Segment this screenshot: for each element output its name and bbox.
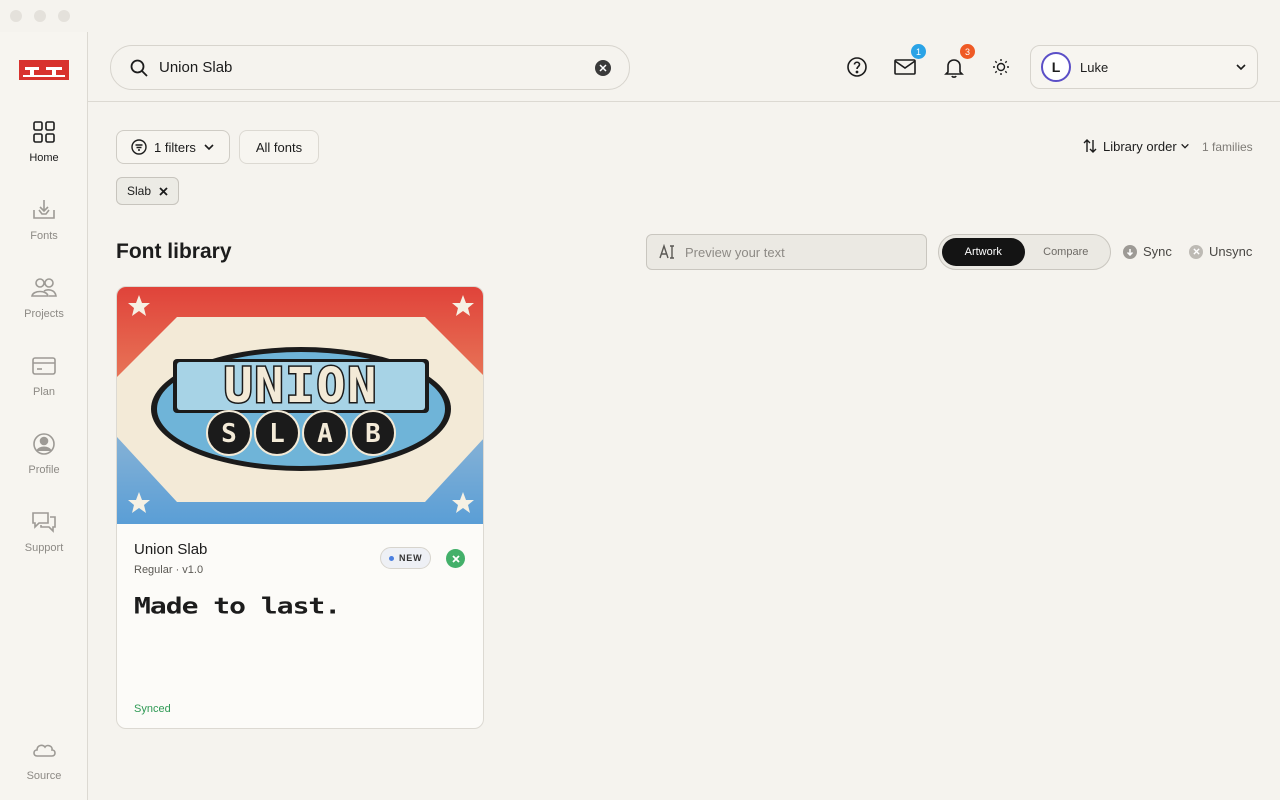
sidebar: Home Fonts Projects Plan Profile Support	[0, 32, 88, 800]
chevron-down-icon	[204, 144, 214, 151]
top-bar: Union Slab 1 3 L Luke	[88, 0, 1280, 102]
window-close-dot[interactable]	[10, 10, 22, 22]
user-name: Luke	[1080, 59, 1109, 75]
notifications-button[interactable]: 3	[942, 44, 975, 79]
window-controls	[0, 0, 88, 32]
search-value[interactable]: Union Slab	[159, 59, 595, 76]
dot-icon	[389, 555, 394, 561]
sidebar-item-label: Support	[24, 542, 64, 554]
filters-button[interactable]: 1 filters	[116, 130, 230, 164]
font-artwork: UNION S L A B	[117, 287, 483, 524]
unsync-label: Unsync	[1209, 244, 1253, 259]
sidebar-item-label: Home	[29, 152, 59, 164]
view-toggle: Artwork Compare	[938, 234, 1111, 270]
unsync-font-button[interactable]	[446, 549, 465, 568]
notifications-badge: 3	[960, 44, 975, 59]
font-meta: Regular · v1.0	[134, 564, 204, 576]
artwork-letter: B	[365, 419, 381, 449]
artwork-letter: L	[269, 419, 285, 449]
sync-button[interactable]: Sync	[1123, 244, 1172, 259]
artwork-letter: S	[221, 419, 237, 449]
download-arrow-icon	[1123, 244, 1137, 259]
search-input[interactable]: Union Slab	[110, 45, 630, 90]
app-logo[interactable]	[19, 60, 69, 82]
window-minimize-dot[interactable]	[34, 10, 46, 22]
chip-label: Slab	[127, 184, 152, 198]
user-circle-icon	[33, 433, 55, 455]
badge-label: NEW	[399, 553, 423, 563]
artwork-title: UNION	[224, 358, 379, 414]
sync-status: Synced	[134, 703, 171, 715]
font-card[interactable]: UNION S L A B Union Slab Regular · v1.0 …	[116, 286, 484, 729]
sidebar-item-support[interactable]: Support	[0, 508, 88, 568]
preview-text-input[interactable]: Preview your text	[646, 234, 927, 270]
window-maximize-dot[interactable]	[58, 10, 70, 22]
page-title: Font library	[116, 240, 232, 263]
messages-button[interactable]: 1	[893, 44, 926, 79]
avatar: L	[1041, 52, 1071, 82]
font-sample-text: Made to last.	[134, 593, 341, 619]
chat-bubbles-icon	[32, 512, 56, 533]
close-icon	[599, 63, 607, 72]
tab-compare[interactable]: Compare	[1025, 238, 1108, 266]
mail-badge: 1	[911, 44, 926, 59]
sidebar-item-source[interactable]: Source	[0, 736, 88, 796]
sort-dropdown[interactable]: Library order	[1082, 138, 1190, 154]
cloud-icon	[33, 744, 56, 757]
user-menu-button[interactable]: L Luke	[1030, 45, 1258, 89]
sync-label: Sync	[1143, 244, 1172, 259]
all-fonts-button[interactable]: All fonts	[239, 130, 319, 164]
artwork-letter: A	[317, 419, 333, 449]
search-icon	[130, 59, 148, 77]
filter-chip-slab[interactable]: Slab	[116, 177, 180, 205]
bell-icon	[944, 59, 964, 78]
chevron-down-icon	[1236, 64, 1246, 71]
families-count: 1 families	[1202, 140, 1253, 154]
sidebar-item-label: Profile	[28, 464, 60, 476]
close-icon	[451, 554, 460, 563]
help-icon[interactable]	[845, 55, 869, 79]
close-circle-icon	[1189, 244, 1203, 259]
unsync-button[interactable]: Unsync	[1189, 244, 1252, 259]
sidebar-item-label: Plan	[32, 386, 56, 398]
text-cursor-icon	[659, 244, 674, 259]
sidebar-item-profile[interactable]: Profile	[0, 430, 88, 490]
sidebar-item-label: Source	[26, 770, 62, 782]
sidebar-item-fonts[interactable]: Fonts	[0, 196, 88, 256]
filter-icon	[131, 139, 147, 155]
clear-search-button[interactable]	[595, 59, 611, 76]
chevron-down-icon	[1180, 143, 1189, 149]
font-name: Union Slab	[134, 541, 208, 558]
filters-label: 1 filters	[154, 139, 196, 155]
sidebar-item-home[interactable]: Home	[0, 118, 88, 178]
sidebar-item-label: Fonts	[30, 230, 58, 242]
status-badge: NEW	[380, 547, 432, 569]
mail-icon	[894, 59, 916, 75]
credit-card-icon	[32, 357, 56, 375]
preview-placeholder: Preview your text	[685, 244, 785, 260]
sidebar-item-projects[interactable]: Projects	[0, 274, 88, 334]
download-tray-icon	[33, 200, 55, 219]
tab-artwork[interactable]: Artwork	[942, 238, 1025, 266]
close-icon[interactable]	[159, 186, 168, 196]
sun-icon[interactable]	[989, 55, 1013, 79]
sort-arrows-icon	[1083, 139, 1097, 153]
sidebar-item-plan[interactable]: Plan	[0, 352, 88, 412]
sort-label: Library order	[1103, 138, 1177, 154]
sidebar-item-label: Projects	[24, 308, 64, 320]
grid-icon	[33, 121, 55, 143]
people-icon	[31, 278, 57, 297]
